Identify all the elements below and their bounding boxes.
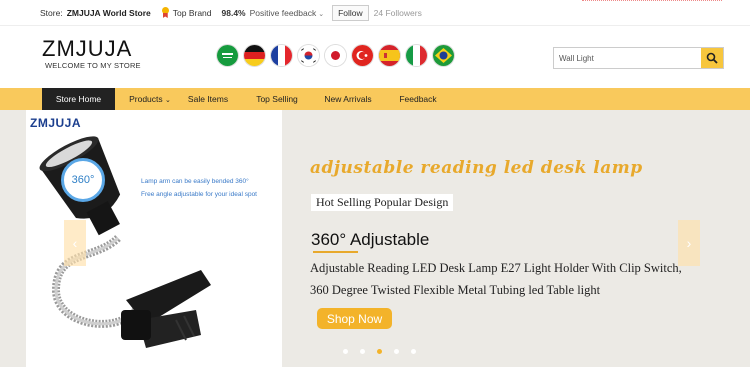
south-korea-flag-icon[interactable] xyxy=(298,45,319,66)
carousel-prev-button[interactable]: ‹ xyxy=(64,220,86,266)
follow-button[interactable]: Follow xyxy=(332,4,369,21)
rotation-badge: 360° xyxy=(61,158,105,202)
description-line-1: Adjustable Reading LED Desk Lamp E27 Lig… xyxy=(310,261,682,275)
nav-products-label: Products xyxy=(129,94,163,104)
banner-subtitle: Hot Selling Popular Design xyxy=(311,194,454,211)
banner-feature: 360° Adjustable xyxy=(311,230,430,249)
italy-flag-icon[interactable] xyxy=(406,45,427,66)
germany-flag-icon[interactable] xyxy=(244,45,265,66)
nav-top-selling[interactable]: Top Selling xyxy=(250,88,304,110)
spain-flag-icon[interactable] xyxy=(379,45,400,66)
store-header: ZMJUJA WELCOME TO MY STORE xyxy=(0,26,750,88)
carousel-dot[interactable] xyxy=(343,349,348,354)
banner-headline: adjustable reading led desk lamp xyxy=(310,158,643,178)
saudi-arabia-flag-icon[interactable] xyxy=(217,45,238,66)
nav-products[interactable]: Products ⌄ xyxy=(122,88,178,110)
carousel-dots xyxy=(343,349,416,354)
store-name-link[interactable]: ZMJUJA World Store xyxy=(67,8,151,18)
product-note-angle: Free angle adjustable for your ideal spo… xyxy=(141,191,257,198)
store-search xyxy=(553,47,724,69)
store-nav: Store Home Products ⌄ Sale Items Top Sel… xyxy=(0,88,750,110)
positive-feedback-dropdown[interactable]: Positive feedback ⌄ xyxy=(250,8,325,18)
search-icon xyxy=(706,52,718,64)
banner-description: Adjustable Reading LED Desk Lamp E27 Lig… xyxy=(310,257,730,301)
nav-store-home[interactable]: Store Home xyxy=(42,88,115,110)
carousel-dot[interactable] xyxy=(360,349,365,354)
carousel-dot[interactable] xyxy=(394,349,399,354)
medal-icon xyxy=(161,7,170,18)
carousel-dot[interactable] xyxy=(411,349,416,354)
carousel-dot-active[interactable] xyxy=(377,349,382,354)
japan-flag-icon[interactable] xyxy=(325,45,346,66)
turkey-flag-icon[interactable] xyxy=(352,45,373,66)
language-flags xyxy=(217,45,454,66)
chevron-right-icon: › xyxy=(686,235,692,251)
chevron-left-icon: ‹ xyxy=(72,235,78,251)
france-flag-icon[interactable] xyxy=(271,45,292,66)
product-note-bend: Lamp arm can be easily bended 360° xyxy=(141,178,249,185)
nav-new-arrivals[interactable]: New Arrivals xyxy=(320,88,376,110)
shop-now-button[interactable]: Shop Now xyxy=(317,308,392,329)
nav-feedback[interactable]: Feedback xyxy=(395,88,441,110)
nav-sale-items[interactable]: Sale Items xyxy=(183,88,233,110)
brazil-flag-icon[interactable] xyxy=(433,45,454,66)
search-button[interactable] xyxy=(701,48,723,68)
chevron-down-icon: ⌄ xyxy=(318,10,325,18)
logo-tagline: WELCOME TO MY STORE xyxy=(45,61,141,70)
search-input[interactable] xyxy=(554,48,701,68)
top-divider xyxy=(582,0,722,2)
store-label: Store: xyxy=(40,7,63,18)
store-logo[interactable]: ZMJUJA WELCOME TO MY STORE xyxy=(42,36,141,71)
positive-feedback-percent: 98.4% xyxy=(221,7,246,18)
logo-text: ZMJUJA xyxy=(42,36,133,61)
top-brand-label: Top Brand xyxy=(172,7,212,18)
positive-feedback-label: Positive feedback xyxy=(249,7,317,18)
description-line-2: 360 Degree Twisted Flexible Metal Tubing… xyxy=(310,283,601,297)
chevron-down-icon: ⌄ xyxy=(165,97,171,104)
feature-underline xyxy=(313,251,358,253)
store-info-bar: Store: ZMJUJA World Store Top Brand 98.4… xyxy=(0,0,750,26)
followers-count: 24 Followers xyxy=(373,7,422,18)
